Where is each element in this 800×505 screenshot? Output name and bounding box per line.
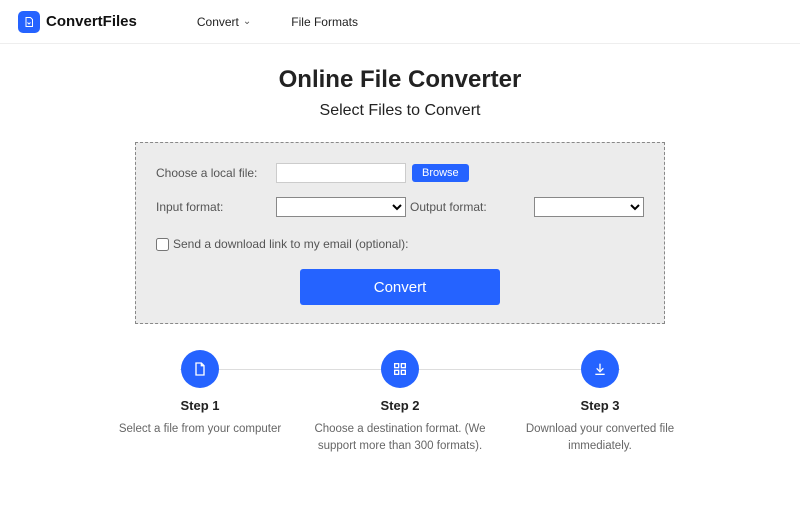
step-1: Step 1 Select a file from your computer [100, 350, 300, 438]
input-format-select[interactable] [276, 197, 406, 217]
output-format-label: Output format: [410, 200, 487, 214]
brand-logo[interactable]: ConvertFiles [18, 11, 137, 33]
download-icon [581, 350, 619, 388]
output-format-select[interactable] [534, 197, 644, 217]
grid-icon [381, 350, 419, 388]
converter-panel: Choose a local file: Browse Input format… [135, 142, 665, 324]
browse-button[interactable]: Browse [412, 164, 469, 182]
step-1-desc: Select a file from your computer [100, 421, 300, 438]
nav-convert-label: Convert [197, 15, 239, 29]
page-title: Online File Converter [0, 66, 800, 94]
step-2-title: Step 2 [300, 398, 500, 413]
topbar: ConvertFiles Convert ⌄ File Formats [0, 0, 800, 44]
main-nav: Convert ⌄ File Formats [197, 15, 358, 29]
convert-button[interactable]: Convert [300, 269, 500, 305]
logo-icon [18, 11, 40, 33]
step-1-title: Step 1 [100, 398, 300, 413]
nav-convert[interactable]: Convert ⌄ [197, 15, 251, 29]
file-icon [181, 350, 219, 388]
step-2-desc: Choose a destination format. (We support… [300, 421, 500, 454]
step-3-title: Step 3 [500, 398, 700, 413]
step-3: Step 3 Download your converted file imme… [500, 350, 700, 454]
email-link-checkbox[interactable] [156, 238, 169, 251]
brand-name: ConvertFiles [46, 13, 137, 30]
steps-row: Step 1 Select a file from your computer … [80, 350, 720, 454]
email-link-label: Send a download link to my email (option… [173, 237, 408, 251]
input-format-label: Input format: [156, 200, 276, 214]
step-3-desc: Download your converted file immediately… [500, 421, 700, 454]
page-subtitle: Select Files to Convert [0, 102, 800, 120]
step-2: Step 2 Choose a destination format. (We … [300, 350, 500, 454]
nav-file-formats[interactable]: File Formats [291, 15, 358, 29]
choose-file-label: Choose a local file: [156, 166, 276, 180]
chevron-down-icon: ⌄ [243, 16, 251, 27]
file-input[interactable] [276, 163, 406, 183]
nav-formats-label: File Formats [291, 15, 358, 29]
